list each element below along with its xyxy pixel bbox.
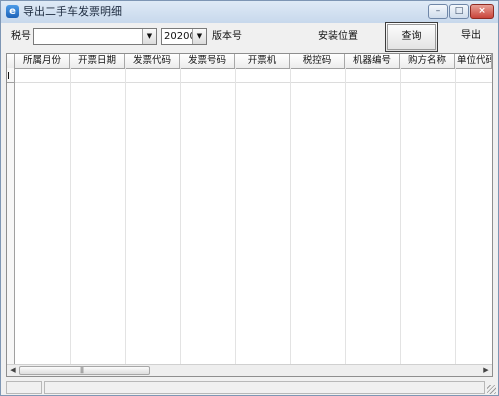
scrollbar-thumb[interactable]: ||| bbox=[19, 366, 150, 375]
status-bar bbox=[1, 381, 498, 395]
column-header-invoice-code[interactable]: 发票代码 bbox=[125, 54, 180, 68]
period-combobox[interactable]: 202006 ▼ bbox=[161, 28, 207, 45]
column-header-buyer-name[interactable]: 购方名称 bbox=[400, 54, 455, 68]
row-header-column bbox=[7, 68, 15, 364]
scroll-right-icon[interactable]: ▶ bbox=[480, 365, 492, 376]
resize-grip-icon[interactable] bbox=[487, 385, 496, 394]
minimize-button[interactable]: – bbox=[428, 4, 448, 19]
app-icon: e bbox=[6, 5, 19, 18]
version-label: 版本号 bbox=[212, 31, 242, 42]
column-header-issue-date[interactable]: 开票日期 bbox=[70, 54, 125, 68]
window-title: 导出二手车发票明细 bbox=[23, 5, 122, 18]
grip-icon: ||| bbox=[80, 367, 84, 374]
column-divider bbox=[70, 68, 71, 364]
column-header-machine-number[interactable]: 机器编号 bbox=[345, 54, 400, 68]
column-header-tax-control-code[interactable]: 税控码 bbox=[290, 54, 345, 68]
maximize-button[interactable]: □ bbox=[449, 4, 469, 19]
toolbar: 税号 ▼ 202006 ▼ 版本号 安装位置 查询 导出 bbox=[1, 22, 498, 52]
column-divider bbox=[400, 68, 401, 364]
status-panel-left bbox=[6, 381, 42, 394]
scroll-left-icon[interactable]: ◀ bbox=[7, 365, 19, 376]
column-divider bbox=[290, 68, 291, 364]
table-row[interactable] bbox=[15, 69, 492, 83]
column-divider bbox=[180, 68, 181, 364]
status-panel-main bbox=[44, 381, 485, 394]
horizontal-scrollbar[interactable]: ◀ ||| ▶ bbox=[7, 364, 492, 376]
export-used-car-invoice-window: e 导出二手车发票明细 – □ × 税号 ▼ 202006 ▼ 版本号 安装位置… bbox=[0, 0, 499, 396]
tax-number-label: 税号 bbox=[11, 31, 31, 42]
column-divider bbox=[235, 68, 236, 364]
current-row-indicator[interactable] bbox=[7, 69, 15, 83]
chevron-down-icon[interactable]: ▼ bbox=[142, 29, 156, 44]
close-button[interactable]: × bbox=[470, 4, 494, 19]
column-divider bbox=[125, 68, 126, 364]
column-header-month[interactable]: 所属月份 bbox=[15, 54, 70, 68]
tax-number-combobox[interactable]: ▼ bbox=[33, 28, 157, 45]
chevron-down-icon[interactable]: ▼ bbox=[192, 29, 206, 44]
query-button[interactable]: 查询 bbox=[385, 22, 438, 52]
column-divider bbox=[455, 68, 456, 364]
grid-header: 所属月份 开票日期 发票代码 发票号码 开票机 税控码 机器编号 购方名称 单位… bbox=[7, 54, 492, 69]
column-header-invoice-number[interactable]: 发票号码 bbox=[180, 54, 235, 68]
install-location-label: 安装位置 bbox=[318, 31, 358, 42]
column-header-unit-code[interactable]: 单位代码/身 bbox=[455, 54, 492, 68]
column-header-machine[interactable]: 开票机 bbox=[235, 54, 290, 68]
invoice-grid[interactable]: 所属月份 开票日期 发票代码 发票号码 开票机 税控码 机器编号 购方名称 单位… bbox=[6, 53, 493, 377]
export-button[interactable]: 导出 bbox=[453, 25, 489, 47]
grid-corner[interactable] bbox=[7, 54, 15, 68]
title-bar[interactable]: e 导出二手车发票明细 – □ × bbox=[1, 1, 498, 24]
column-divider bbox=[345, 68, 346, 364]
